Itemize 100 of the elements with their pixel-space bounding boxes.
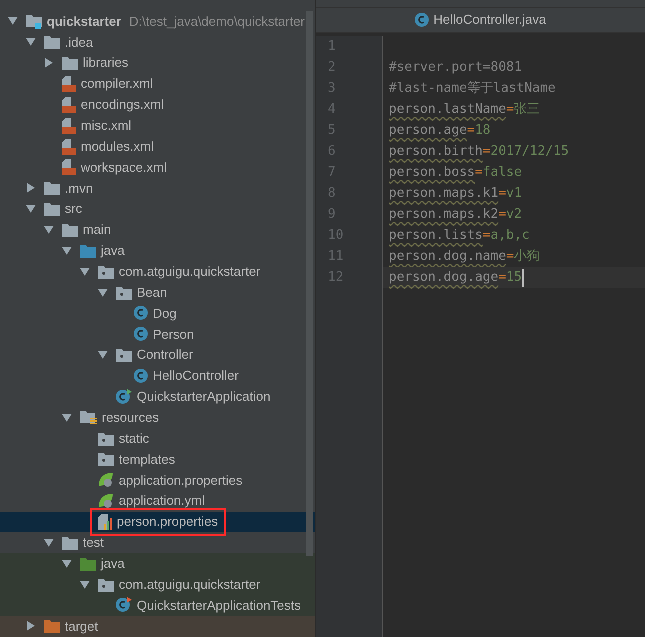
tree-item-label: templates — [119, 450, 176, 469]
tree-item-label: compiler.xml — [81, 75, 154, 94]
tree-item-label: QuickstarterApplicationTests — [137, 596, 302, 615]
folder-icon — [44, 181, 60, 196]
tree-row[interactable]: .mvn — [0, 178, 315, 199]
module-folder-icon — [26, 14, 42, 29]
tree-row[interactable]: Controller — [0, 344, 315, 366]
tree-row[interactable]: Bean — [0, 282, 315, 304]
expand-arrow-icon[interactable] — [26, 621, 36, 632]
tree-row[interactable]: java — [0, 240, 315, 262]
tree-row[interactable]: src — [0, 198, 315, 220]
collapse-arrow-icon[interactable] — [98, 350, 108, 360]
tree-item-label: application.yml — [119, 492, 205, 510]
tree-row[interactable]: encodings.xml — [0, 94, 315, 116]
folder-icon — [116, 286, 132, 300]
expand-arrow-icon[interactable] — [44, 58, 54, 68]
tree-item-label: resources — [102, 409, 160, 427]
tree-item-label: java — [101, 242, 125, 260]
tree-item-label: QuickstarterApplication — [137, 388, 271, 406]
folder-icon — [116, 348, 132, 362]
collapse-arrow-icon[interactable] — [62, 558, 72, 569]
tree-row[interactable]: Person — [0, 324, 315, 345]
collapse-arrow-icon[interactable] — [80, 266, 90, 277]
resources-folder-icon — [80, 410, 97, 426]
code-comment: #server.port=8081 — [389, 59, 522, 77]
tree-row[interactable]: misc.xml — [0, 115, 315, 136]
tree-row[interactable]: application.yml — [0, 490, 315, 512]
folder-icon — [44, 619, 60, 634]
tree-row[interactable]: Dog — [0, 303, 315, 324]
tree-item-label: modules.xml — [81, 138, 154, 156]
expand-arrow-icon[interactable] — [26, 183, 36, 194]
tree-row[interactable]: java — [0, 553, 315, 574]
folder-icon — [98, 264, 114, 279]
tree-row[interactable]: workspace.xml — [0, 157, 315, 178]
class-icon — [116, 388, 132, 405]
code-line: person.boss=false — [389, 164, 522, 182]
collapse-arrow-icon[interactable] — [62, 246, 72, 256]
collapse-arrow-icon[interactable] — [26, 37, 36, 48]
spring-leaf-icon — [98, 493, 114, 510]
tree-item-label: target — [65, 618, 98, 636]
folder-icon — [62, 223, 78, 238]
tree-item-label: Bean — [137, 284, 168, 302]
tree-item-label: application.properties — [119, 472, 243, 490]
collapse-arrow-icon[interactable] — [26, 204, 36, 214]
folder-icon — [62, 56, 78, 70]
text-caret — [522, 268, 524, 286]
tree-item-label: quickstarter — [47, 12, 122, 31]
class-icon — [134, 306, 148, 320]
collapse-arrow-icon[interactable] — [80, 580, 90, 590]
tree-row[interactable]: static — [0, 428, 315, 450]
scrollbar[interactable] — [306, 11, 313, 556]
collapse-arrow-icon[interactable] — [62, 412, 72, 423]
tree-row[interactable]: com.atguigu.quickstarter — [0, 261, 315, 282]
tree-item-label: HelloController — [153, 367, 239, 386]
tree-item-label: .idea — [65, 34, 94, 52]
tree-row[interactable]: HelloController — [0, 366, 315, 386]
tree-item-label: Dog — [153, 304, 177, 323]
tree-row[interactable]: quickstarter D:\test_java\demo\quickstarter — [0, 11, 315, 32]
collapse-arrow-icon[interactable] — [44, 225, 54, 236]
folder-icon — [80, 556, 96, 571]
tree-row[interactable]: com.atguigu.quickstarter — [0, 574, 315, 596]
class-icon — [134, 327, 148, 342]
class-icon — [414, 13, 429, 27]
folder-icon — [44, 202, 60, 216]
tree-item-label: com.atguigu.quickstarter — [119, 262, 261, 281]
project-path: D:\test_java\demo\quickstarter — [129, 12, 305, 31]
code-line: person.lists=a,b,c — [389, 227, 530, 245]
tree-row[interactable]: .idea — [0, 32, 315, 53]
collapse-arrow-icon[interactable] — [8, 16, 18, 26]
tree-item-label: .mvn — [65, 180, 94, 198]
tree-row[interactable]: QuickstarterApplicationTests — [0, 595, 315, 616]
folder-icon — [98, 452, 114, 466]
tree-item-label: libraries — [83, 54, 129, 72]
tree-item-label: person.properties — [117, 513, 218, 532]
tree-item-label: Controller — [137, 346, 194, 364]
tree-item-label: encodings.xml — [81, 96, 164, 114]
tree-row[interactable]: QuickstarterApplication — [0, 386, 315, 408]
tree-row[interactable]: target — [0, 616, 315, 637]
tree-item-label: test — [83, 534, 104, 552]
tree-item-label: com.atguigu.quickstarter — [119, 576, 261, 594]
tree-row[interactable]: application.properties — [0, 470, 315, 491]
folder-icon — [98, 578, 114, 592]
tree-row[interactable]: main — [0, 220, 315, 240]
folder-icon — [98, 432, 114, 446]
tree-item-label: main — [83, 221, 112, 240]
xml-file-icon — [62, 96, 76, 113]
tree-row[interactable]: compiler.xml — [0, 74, 315, 94]
tree-row[interactable]: templates — [0, 449, 315, 470]
xml-file-icon — [62, 138, 76, 155]
tree-row[interactable]: libraries — [0, 52, 315, 74]
code-line: person.dog.name=小狗 — [389, 248, 540, 266]
code-line: person.birth=2017/12/15 — [389, 143, 570, 161]
tree-row[interactable]: resources — [0, 407, 315, 428]
collapse-arrow-icon[interactable] — [44, 538, 54, 548]
tree-item-label: Person — [153, 326, 194, 344]
collapse-arrow-icon[interactable] — [98, 288, 108, 298]
tree-row[interactable]: modules.xml — [0, 136, 315, 158]
code-line: person.age=18 — [389, 122, 491, 140]
properties-file-icon — [98, 514, 112, 530]
tree-row[interactable]: test — [0, 532, 315, 554]
